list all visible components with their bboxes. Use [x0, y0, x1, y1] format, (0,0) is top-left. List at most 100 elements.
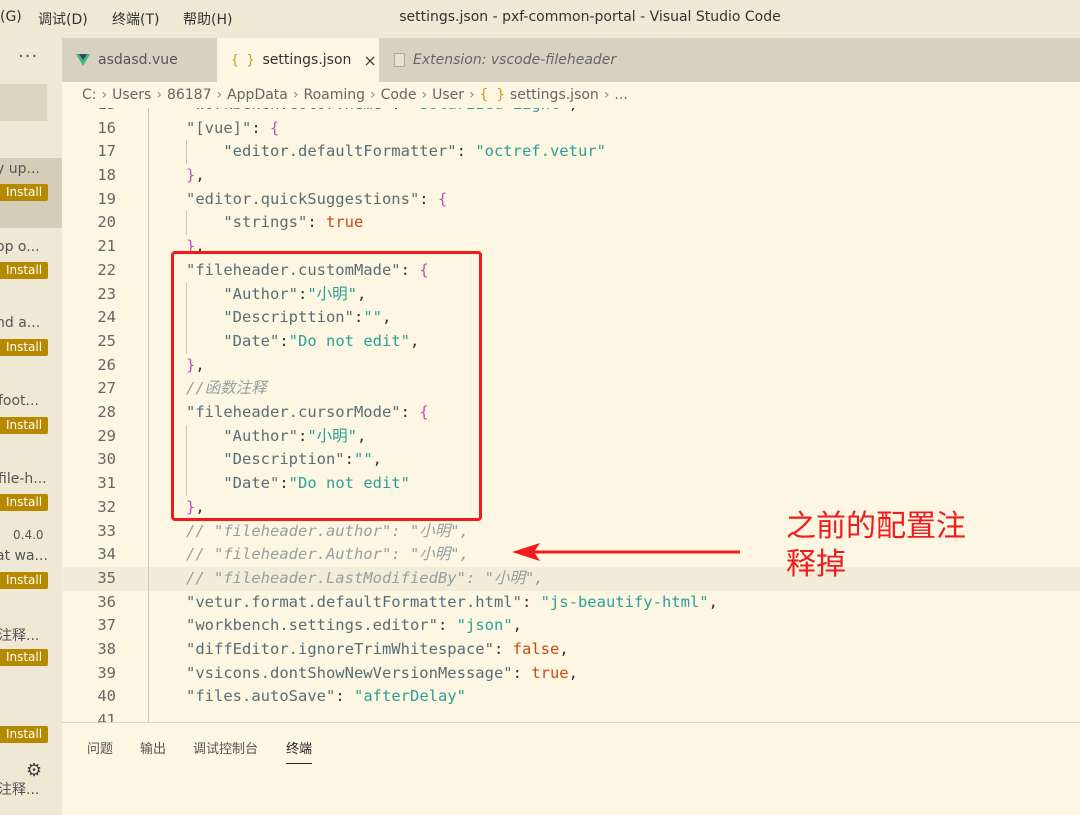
indent-guide [148, 258, 149, 283]
indent-guide [148, 282, 149, 307]
code-line[interactable]: 15 "workbench.colorTheme": "Solarized Lig… [62, 108, 1080, 117]
indent-guide [148, 187, 149, 212]
code-text: "diffEditor.ignoreTrimWhitespace": false… [186, 640, 569, 659]
extensions-search-input[interactable] [0, 84, 47, 121]
tab-terminal[interactable]: 终端 [286, 738, 313, 764]
json-icon: { } [231, 52, 255, 68]
code-text: "files.autoSave": "afterDelay" [186, 687, 466, 706]
chevron-right-icon: › [469, 87, 475, 103]
extension-name: file-h... [0, 471, 47, 487]
menu-terminal[interactable]: 终端(T) [112, 9, 159, 29]
tab-extension-fileheader[interactable]: Extension: vscode-fileheader [380, 38, 654, 82]
code-line[interactable]: 19 "editor.quickSuggestions": { [62, 187, 1080, 212]
tab-problems[interactable]: 问题 [87, 738, 113, 757]
breadcrumb-item[interactable]: Roaming [303, 87, 365, 103]
extension-item[interactable]: op o... Install [0, 236, 62, 306]
line-number: 22 [97, 260, 116, 279]
extension-item[interactable]: y up... Install [0, 158, 62, 228]
line-number: 37 [97, 616, 116, 635]
code-line[interactable]: 17 "editor.defaultFormatter": "octref.ve… [62, 140, 1080, 165]
breadcrumb-item[interactable]: settings.json [510, 87, 599, 103]
code-line[interactable]: 37 "workbench.settings.editor": "json", [62, 614, 1080, 639]
menu-go[interactable]: (G) [0, 9, 22, 25]
line-number: 33 [97, 521, 116, 540]
editor-tab-bar: asdasd.vue { } settings.json × Extension… [62, 38, 1080, 82]
indent-guide [148, 116, 149, 141]
line-number: 25 [97, 331, 116, 350]
install-button[interactable]: Install [0, 494, 48, 511]
breadcrumb-item[interactable]: Code [381, 87, 417, 103]
json-icon: { } [479, 87, 505, 103]
line-number: 32 [97, 497, 116, 516]
install-button[interactable]: Install [0, 262, 48, 279]
chevron-right-icon: › [370, 87, 376, 103]
line-number: 34 [97, 545, 116, 564]
line-number: 26 [97, 355, 116, 374]
line-number: 39 [97, 663, 116, 682]
install-button[interactable]: Install [0, 184, 48, 201]
indent-guide [148, 448, 149, 473]
code-line[interactable]: 20 "strings": true [62, 211, 1080, 236]
tab-asdasd-vue[interactable]: asdasd.vue [62, 38, 216, 82]
vue-icon [76, 54, 90, 66]
annotation-line: 释掉 [786, 547, 846, 582]
install-button[interactable]: Install [0, 417, 48, 434]
code-line[interactable]: 16 "[vue]": { [62, 116, 1080, 141]
chevron-right-icon: › [101, 87, 108, 103]
line-number: 24 [97, 308, 116, 327]
extension-item[interactable]: 注释... [0, 778, 62, 815]
install-button[interactable]: Install [0, 649, 48, 666]
extension-name: foot... [0, 393, 39, 409]
code-line[interactable]: 38 "diffEditor.ignoreTrimWhitespace": fal… [62, 638, 1080, 662]
arrow-icon [512, 543, 740, 561]
window-title: settings.json - pxf-common-portal - Visu… [399, 9, 781, 25]
tab-label: asdasd.vue [98, 52, 178, 68]
line-number: 28 [97, 403, 116, 422]
chevron-right-icon: › [216, 87, 223, 103]
indent-guide [148, 590, 149, 615]
extension-item[interactable]: 0.4.0 at wa... Install [0, 526, 62, 608]
install-button[interactable]: Install [0, 572, 48, 589]
tab-output[interactable]: 输出 [140, 738, 166, 757]
tab-debug-console[interactable]: 调试控制台 [193, 738, 258, 757]
breadcrumb-item[interactable]: User [432, 87, 464, 103]
menu-debug[interactable]: 调试(D) [38, 9, 88, 29]
extension-name: y up... [0, 161, 40, 177]
close-icon[interactable]: × [363, 51, 376, 70]
install-button[interactable]: Install [0, 726, 48, 743]
code-line[interactable]: 18}, [62, 164, 1080, 188]
line-number: 17 [97, 142, 116, 161]
line-number: 27 [97, 379, 116, 398]
menu-help[interactable]: 帮助(H) [183, 9, 232, 29]
indent-guide [148, 329, 149, 354]
indent-guide [148, 235, 149, 259]
code-line[interactable]: 40 "files.autoSave": "afterDelay" [62, 685, 1080, 710]
tab-settings-json[interactable]: { } settings.json × [217, 38, 379, 82]
code-text: "strings": true [223, 213, 364, 232]
breadcrumb-item[interactable]: ... [614, 87, 627, 103]
code-text: // "fileheader.Author": "小明", [186, 545, 469, 564]
breadcrumb-item[interactable]: AppData [227, 87, 288, 103]
code-line[interactable]: 36 "vetur.format.defaultFormatter.html": … [62, 590, 1080, 615]
bottom-panel: 问题 输出 调试控制台 终端 [62, 722, 1080, 815]
extension-item[interactable]: nd a... Install [0, 314, 62, 384]
breadcrumb-item[interactable]: 86187 [167, 87, 212, 103]
breadcrumb-item[interactable]: C: [82, 87, 97, 103]
extensions-sidebar: ··· y up... Install op o... Install nd a… [0, 38, 62, 815]
indent-guide [148, 401, 149, 425]
extension-name: nd a... [0, 315, 41, 331]
extension-name: op o... [0, 239, 40, 255]
line-number: 35 [97, 568, 116, 587]
code-line[interactable]: 39 "vsicons.dontShowNewVersionMessage": t… [62, 661, 1080, 686]
code-line[interactable]: 41 [62, 709, 1080, 722]
gear-icon[interactable]: ⚙ [26, 760, 42, 781]
code-text: "workbench.colorTheme": "Solarized Light… [186, 108, 578, 117]
title-bar: (G) 调试(D) 终端(T) 帮助(H) settings.json - px… [0, 0, 1080, 38]
install-button[interactable]: Install [0, 339, 48, 356]
extension-item[interactable]: foot... Install [0, 392, 62, 462]
more-actions-icon[interactable]: ··· [18, 46, 38, 67]
extension-item[interactable]: 注释... Install [0, 624, 62, 694]
breadcrumb-item[interactable]: Users [112, 87, 151, 103]
indent-guide [148, 638, 149, 662]
tab-label: Extension: vscode-fileheader [413, 52, 617, 68]
